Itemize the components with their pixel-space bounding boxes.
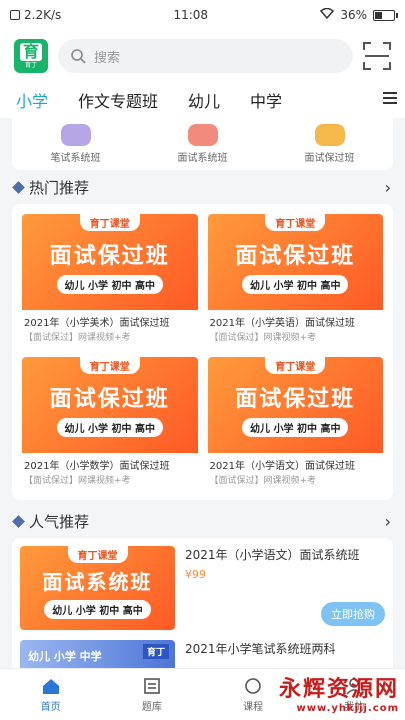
battery-icon: [372, 9, 398, 21]
notification-icon: [10, 10, 20, 20]
shortcut-written[interactable]: 笔试系统班: [51, 124, 101, 170]
course-title: 2021年（小学英语）面试保过班: [209, 318, 355, 329]
course-card[interactable]: 育丁课堂 面试保过班 幼儿 小学 初中 高中 2021年（小学美术）面试保过班 …: [22, 214, 198, 347]
course-desc: 【面试保过】网课视频+考: [209, 333, 317, 343]
course-card[interactable]: 育丁课堂 面试保过班 幼儿 小学 初中 高中 2021年（小学英语）面试保过班 …: [207, 214, 383, 347]
search-input[interactable]: 搜索: [58, 39, 353, 73]
course-price: ¥99: [185, 568, 206, 581]
network-speed: 2.2K/s: [24, 8, 62, 22]
course-banner: 育丁课堂 面试保过班 幼儿 小学 初中 高中: [22, 357, 198, 453]
course-title: 2021年（小学语文）面试保过班: [209, 461, 355, 472]
search-placeholder: 搜索: [94, 50, 121, 66]
course-card[interactable]: 育丁课堂 面试保过班 幼儿 小学 初中 高中 2021年（小学数学）面试保过班 …: [22, 357, 198, 490]
shortcut-guarantee[interactable]: 面试保过班: [305, 124, 355, 170]
nav-question-bank[interactable]: 题库: [142, 676, 162, 713]
wifi-icon: [320, 7, 335, 22]
tab-primary[interactable]: 小学: [16, 88, 48, 112]
nav-course[interactable]: 课程: [243, 676, 263, 713]
clock: 11:08: [173, 8, 209, 22]
written-class-icon: [60, 124, 91, 146]
section-bullet-icon: [12, 514, 25, 528]
course-icon: [245, 678, 261, 694]
tab-preschool[interactable]: 幼儿: [188, 88, 220, 112]
top-bar: 育 育丁 搜索: [0, 30, 405, 82]
course-banner: 育丁课堂 面试保过班 幼儿 小学 初中 高中: [207, 357, 383, 453]
chevron-right-icon[interactable]: ›: [385, 178, 391, 197]
tab-middle[interactable]: 中学: [250, 88, 282, 112]
scan-icon[interactable]: [363, 42, 391, 70]
course-desc: 【面试保过】网课视频+考: [209, 476, 317, 486]
course-banner: 育丁课堂 面试保过班 幼儿 小学 初中 高中: [207, 214, 383, 310]
course-desc: 【面试保过】网课视频+考: [24, 476, 131, 486]
course-title: 2021年（小学语文）面试系统班: [185, 548, 360, 562]
list-item[interactable]: 育丁课堂 面试系统班 幼儿 小学 初中 高中 2021年（小学语文）面试系统班 …: [20, 546, 385, 630]
buy-button[interactable]: 立即抢购: [321, 602, 385, 626]
course-title: 2021年（小学美术）面试保过班: [24, 318, 170, 329]
course-banner: 育丁课堂 面试保过班 幼儿 小学 初中 高中: [22, 214, 198, 310]
status-bar: 2.2K/s 11:08 36%: [0, 0, 405, 30]
app-logo: 育 育丁: [14, 39, 48, 73]
course-banner: 育丁课堂 面试系统班 幼儿 小学 初中 高中: [20, 546, 175, 630]
interview-class-icon: [187, 124, 218, 146]
home-icon: [42, 679, 59, 694]
section-bullet-icon: [12, 180, 25, 194]
course-desc: 【面试保过】网课视频+考: [24, 333, 131, 343]
nav-home[interactable]: 首页: [41, 676, 61, 713]
question-bank-icon: [144, 678, 160, 694]
popular-list: 育丁课堂 面试系统班 幼儿 小学 初中 高中 2021年（小学语文）面试系统班 …: [12, 538, 393, 680]
guarantee-class-icon: [314, 124, 345, 146]
popular-title: 人气推荐: [29, 512, 90, 531]
battery-percent: 36%: [340, 8, 367, 22]
hot-section-header[interactable]: 热门推荐 ›: [0, 170, 405, 204]
course-card[interactable]: 育丁课堂 面试保过班 幼儿 小学 初中 高中 2021年（小学语文）面试保过班 …: [207, 357, 383, 490]
shortcut-interview[interactable]: 面试系统班: [178, 124, 228, 170]
category-tabs: 小学 作文专题班 幼儿 中学: [0, 82, 405, 118]
tab-composition[interactable]: 作文专题班: [78, 88, 158, 112]
course-title: 2021年（小学数学）面试保过班: [24, 461, 170, 472]
category-shortcuts: 笔试系统班 面试系统班 面试保过班: [12, 118, 393, 170]
chevron-right-icon[interactable]: ›: [385, 512, 391, 531]
search-icon: [71, 49, 86, 64]
watermark: 永辉资源网 www.yhkjjj.com: [278, 677, 399, 714]
menu-icon[interactable]: [383, 92, 397, 106]
popular-section-header[interactable]: 人气推荐 ›: [0, 504, 405, 538]
hot-title: 热门推荐: [29, 178, 90, 197]
hot-grid: 育丁课堂 面试保过班 幼儿 小学 初中 高中 2021年（小学美术）面试保过班 …: [12, 204, 393, 500]
